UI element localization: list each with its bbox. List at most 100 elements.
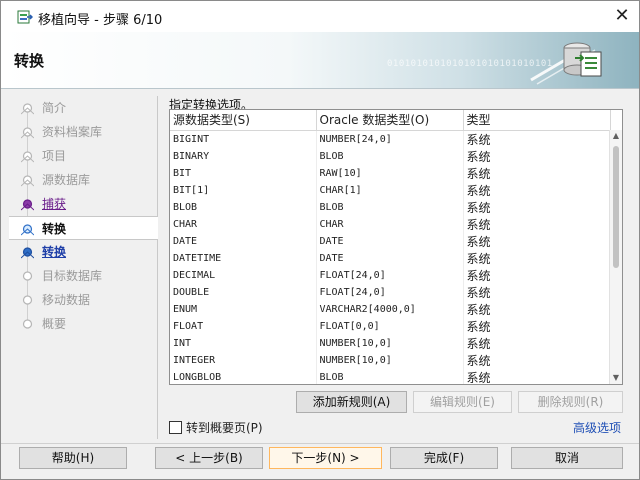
step-item: 目标数据库 (9, 264, 157, 288)
source-type-cell: INT (170, 334, 317, 352)
table-row[interactable]: INTEGER NUMBER[10,0] 系统 (170, 351, 611, 369)
step-node-icon (21, 175, 34, 187)
step-label: 转换 (42, 245, 67, 259)
source-type-cell: DATE (170, 232, 317, 250)
type-cell: 系统 (463, 317, 611, 335)
step-item: 资料档案库 (9, 120, 157, 144)
wizard-app-icon (17, 10, 33, 24)
step-item: 项目 (9, 144, 157, 168)
vertical-scrollbar[interactable]: ▲ ▼ (609, 130, 622, 384)
back-button[interactable]: < 上一步(B) (155, 447, 263, 469)
table-body: BIGINT NUMBER[24,0] 系统 BINARY BLOB 系统 BIT RAW[1… (170, 130, 611, 384)
table-row[interactable]: DOUBLE FLOAT[24,0] 系统 (170, 283, 611, 301)
step-node-icon (21, 224, 34, 236)
binary-decoration: 0101010101010101010101010101 (387, 59, 553, 69)
type-cell: 系统 (463, 215, 611, 233)
add-rule-button[interactable]: 添加新规则(A) (296, 391, 407, 413)
type-cell: 系统 (463, 266, 611, 284)
column-header-source-type[interactable]: 源数据类型(S) (170, 110, 317, 131)
type-cell: 系统 (463, 283, 611, 301)
step-node-icon (22, 319, 33, 329)
table-row[interactable]: BIGINT NUMBER[24,0] 系统 (170, 130, 611, 148)
table-header-row: 源数据类型(S) Oracle 数据类型(O) 类型 (170, 110, 611, 131)
source-type-cell: DATETIME (170, 249, 317, 267)
step-item: 简介 (9, 96, 157, 120)
table-row[interactable]: BIT[1] CHAR[1] 系统 (170, 181, 611, 199)
oracle-type-cell: VARCHAR2[4000,0] (316, 300, 464, 318)
close-icon[interactable]: ✕ (605, 1, 639, 32)
step-label: 项目 (42, 149, 67, 163)
goto-summary-label: 转到概要页(P) (186, 421, 263, 435)
step-label: 移动数据 (42, 293, 91, 307)
oracle-type-cell: CHAR (316, 215, 464, 233)
next-button[interactable]: 下一步(N) > (269, 447, 382, 469)
scroll-down-icon[interactable]: ▼ (610, 372, 622, 384)
step-node-icon (21, 151, 34, 163)
scrollbar-thumb[interactable] (613, 146, 619, 268)
type-cell: 系统 (463, 368, 611, 384)
step-title: 转换 (14, 52, 45, 70)
source-type-cell: BIT[1] (170, 181, 317, 199)
step-item: 转换 (9, 216, 158, 240)
step-label: 捕获 (42, 197, 67, 211)
table-row[interactable]: DATETIME DATE 系统 (170, 249, 611, 267)
scroll-up-icon[interactable]: ▲ (610, 130, 622, 142)
goto-summary-checkbox[interactable] (169, 421, 182, 434)
window-title: 移植向导 - 步骤 6/10 (38, 13, 163, 28)
type-cell: 系统 (463, 334, 611, 352)
help-button[interactable]: 帮助(H) (19, 447, 127, 469)
table-row[interactable]: LONGBLOB BLOB 系统 (170, 368, 611, 384)
table-row[interactable]: BIT RAW[10] 系统 (170, 164, 611, 182)
table-row[interactable]: FLOAT FLOAT[0,0] 系统 (170, 317, 611, 335)
table-row[interactable]: CHAR CHAR 系统 (170, 215, 611, 233)
edit-rule-button[interactable]: 编辑规则(E) (413, 391, 512, 413)
step-item[interactable]: 捕获 (9, 192, 157, 216)
step-header: 转换 0101010101010101010101010101 (1, 32, 639, 89)
step-label: 简介 (42, 101, 67, 115)
step-label: 目标数据库 (42, 269, 103, 283)
advanced-options-link[interactable]: 高级选项 (573, 419, 621, 436)
type-cell: 系统 (463, 130, 611, 148)
step-node-icon (21, 247, 34, 259)
table-row[interactable]: BLOB BLOB 系统 (170, 198, 611, 216)
delete-rule-button[interactable]: 删除规则(R) (518, 391, 623, 413)
oracle-type-cell: CHAR[1] (316, 181, 464, 199)
step-item: 概要 (9, 312, 157, 336)
step-node-icon (22, 271, 33, 281)
column-header-oracle-type[interactable]: Oracle 数据类型(O) (316, 110, 464, 131)
oracle-type-cell: FLOAT[24,0] (316, 283, 464, 301)
database-migration-icon (530, 42, 602, 85)
step-node-icon (21, 103, 34, 115)
wizard-steps: 简介 资料档案库 项目 源数据库 捕获 转换 转换 目标数据库 移动数据 概要 (9, 96, 158, 439)
step-node-icon (21, 199, 34, 211)
source-type-cell: ENUM (170, 300, 317, 318)
oracle-type-cell: BLOB (316, 198, 464, 216)
step-item[interactable]: 转换 (9, 240, 157, 264)
steps-list: 简介 资料档案库 项目 源数据库 捕获 转换 转换 目标数据库 移动数据 概要 (9, 96, 158, 336)
step-node-icon (22, 295, 33, 305)
source-type-cell: CHAR (170, 215, 317, 233)
source-type-cell: BLOB (170, 198, 317, 216)
oracle-type-cell: BLOB (316, 368, 464, 384)
source-type-cell: BINARY (170, 147, 317, 165)
conversion-table[interactable]: 源数据类型(S) Oracle 数据类型(O) 类型 BIGINT NUMBER[… (169, 109, 623, 385)
cancel-button[interactable]: 取消 (511, 447, 623, 469)
type-cell: 系统 (463, 181, 611, 199)
source-type-cell: INTEGER (170, 351, 317, 369)
table-row[interactable]: DATE DATE 系统 (170, 232, 611, 250)
step-label: 资料档案库 (42, 125, 103, 139)
finish-button[interactable]: 完成(F) (390, 447, 498, 469)
table-row[interactable]: DECIMAL FLOAT[24,0] 系统 (170, 266, 611, 284)
type-cell: 系统 (463, 300, 611, 318)
oracle-type-cell: FLOAT[0,0] (316, 317, 464, 335)
source-type-cell: BIT (170, 164, 317, 182)
table-row[interactable]: BINARY BLOB 系统 (170, 147, 611, 165)
table-row[interactable]: ENUM VARCHAR2[4000,0] 系统 (170, 300, 611, 318)
title-bar: 移植向导 - 步骤 6/10 ✕ (1, 1, 639, 32)
step-item: 移动数据 (9, 288, 157, 312)
table-row[interactable]: INT NUMBER[10,0] 系统 (170, 334, 611, 352)
source-type-cell: BIGINT (170, 130, 317, 148)
step-label: 源数据库 (42, 173, 91, 187)
column-header-type[interactable]: 类型 (463, 110, 611, 131)
step-label: 概要 (42, 317, 67, 331)
